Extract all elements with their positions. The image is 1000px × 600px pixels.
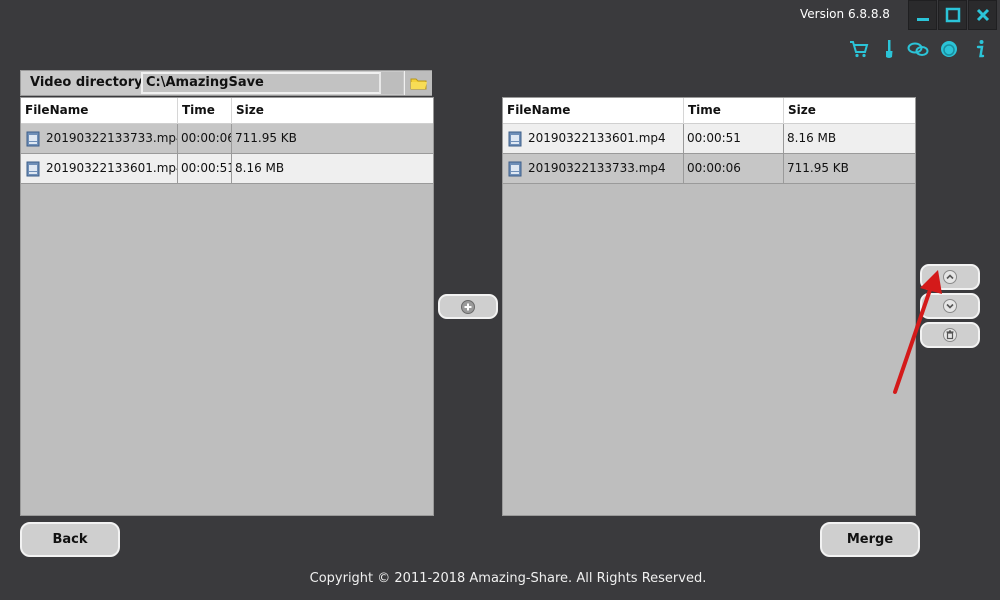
maximize-button[interactable] bbox=[938, 0, 967, 30]
folder-icon bbox=[410, 78, 427, 90]
column-header-filename[interactable]: FileName bbox=[21, 98, 178, 124]
directory-input[interactable]: C:\AmazingSave bbox=[141, 72, 381, 94]
maximize-icon bbox=[945, 7, 960, 23]
brush-button[interactable] bbox=[878, 38, 900, 60]
file-time: 00:00:06 bbox=[684, 154, 784, 184]
directory-bar: Video directory: C:\AmazingSave bbox=[20, 70, 432, 96]
column-header-filename[interactable]: FileName bbox=[503, 98, 684, 124]
chat-icon bbox=[907, 42, 929, 56]
minimize-button[interactable] bbox=[908, 0, 937, 30]
brush-icon bbox=[886, 40, 893, 58]
column-header-size[interactable]: Size bbox=[232, 98, 433, 124]
file-name: 20190322133601.mp4 bbox=[46, 161, 178, 175]
cart-icon bbox=[850, 41, 869, 58]
file-time: 00:00:51 bbox=[178, 154, 232, 184]
source-file-list[interactable]: FileName Time Size 20190322133733.mp4 00… bbox=[20, 97, 434, 516]
version-label: Version 6.8.8.8 bbox=[800, 7, 890, 21]
copyright-text: Copyright © 2011-2018 Amazing-Share. All… bbox=[309, 571, 707, 586]
video-file-icon bbox=[508, 131, 522, 147]
file-name: 20190322133601.mp4 bbox=[528, 131, 666, 145]
face-icon bbox=[941, 41, 957, 57]
chat-button[interactable] bbox=[907, 38, 929, 60]
table-row[interactable]: 20190322133733.mp4 00:00:06 711.95 KB bbox=[503, 154, 915, 184]
column-header-size[interactable]: Size bbox=[784, 98, 915, 124]
table-row[interactable]: 20190322133601.mp4 00:00:51 8.16 MB bbox=[503, 124, 915, 154]
source-list-header: FileName Time Size bbox=[21, 98, 433, 124]
video-file-icon bbox=[26, 131, 40, 147]
merge-button[interactable]: Merge bbox=[820, 522, 920, 557]
back-button[interactable]: Back bbox=[20, 522, 120, 557]
table-row[interactable]: 20190322133601.mp4 00:00:51 8.16 MB bbox=[21, 154, 433, 184]
file-time: 00:00:51 bbox=[684, 124, 784, 154]
file-size: 8.16 MB bbox=[235, 161, 285, 175]
merge-file-list[interactable]: FileName Time Size 20190322133601.mp4 00… bbox=[502, 97, 916, 516]
column-header-time[interactable]: Time bbox=[684, 98, 784, 124]
video-file-icon bbox=[26, 161, 40, 177]
add-to-merge-button[interactable] bbox=[438, 294, 498, 319]
video-file-icon bbox=[508, 161, 522, 177]
browse-folder-button[interactable] bbox=[404, 71, 432, 95]
file-size: 711.95 KB bbox=[235, 131, 297, 145]
close-icon bbox=[976, 8, 989, 22]
file-name: 20190322133733.mp4 bbox=[46, 131, 178, 145]
plus-circle-icon bbox=[461, 299, 475, 314]
info-button[interactable] bbox=[969, 38, 991, 60]
file-time: 00:00:06 bbox=[178, 124, 232, 154]
file-size: 711.95 KB bbox=[787, 161, 849, 175]
file-name: 20190322133733.mp4 bbox=[528, 161, 666, 175]
table-row[interactable]: 20190322133733.mp4 00:00:06 711.95 KB bbox=[21, 124, 433, 154]
merge-list-header: FileName Time Size bbox=[503, 98, 915, 124]
file-size: 8.16 MB bbox=[787, 131, 837, 145]
info-icon bbox=[976, 40, 985, 58]
directory-spacer bbox=[381, 72, 403, 94]
cart-button[interactable] bbox=[848, 38, 870, 60]
column-header-time[interactable]: Time bbox=[178, 98, 232, 124]
close-button[interactable] bbox=[968, 0, 997, 30]
minimize-icon bbox=[916, 18, 929, 21]
directory-label: Video directory: bbox=[30, 75, 148, 90]
face-button[interactable] bbox=[938, 38, 960, 60]
red-arrow-annotation bbox=[893, 270, 942, 394]
